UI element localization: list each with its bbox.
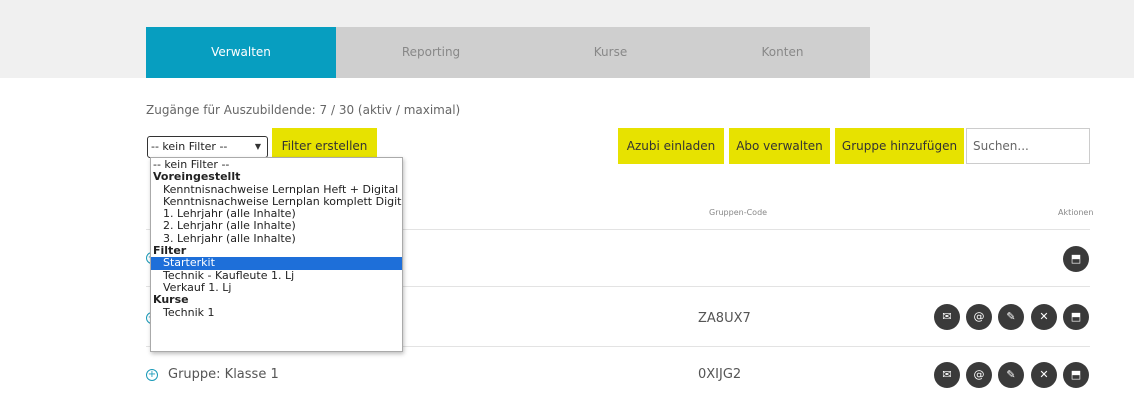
edit-icon[interactable]: ✎	[998, 362, 1024, 388]
delete-icon[interactable]: ✕	[1031, 304, 1057, 330]
filter-option-highlighted[interactable]: Starterkit	[151, 257, 402, 270]
filter-optgroup: Voreingestellt	[153, 171, 241, 184]
tab-kurse[interactable]: Kurse	[526, 27, 695, 78]
filter-optgroup: Filter	[153, 245, 187, 258]
mail-icon[interactable]: ✉	[934, 304, 960, 330]
edit-icon[interactable]: ✎	[998, 304, 1024, 330]
export-icon[interactable]: ⬒	[1063, 304, 1089, 330]
tab-konten[interactable]: Konten	[695, 27, 870, 78]
column-header-actions: Aktionen	[1058, 208, 1094, 217]
filter-select-value: -- kein Filter --	[151, 140, 228, 153]
license-info: Zugänge für Auszubildende: 7 / 30 (aktiv…	[146, 103, 461, 117]
group-code: ZA8UX7	[698, 311, 751, 326]
filter-optgroup: Kurse	[153, 294, 189, 307]
filter-option[interactable]: 3. Lehrjahr (alle Inhalte)	[151, 233, 402, 245]
tab-reporting[interactable]: Reporting	[336, 27, 526, 78]
filter-dropdown-list: -- kein Filter -- Voreingestellt Kenntni…	[150, 157, 403, 352]
export-icon[interactable]: ⬒	[1063, 246, 1089, 272]
filter-select[interactable]: -- kein Filter -- ▼	[147, 136, 268, 158]
add-group-button[interactable]: Gruppe hinzufügen	[835, 128, 964, 164]
attachment-icon[interactable]: @	[966, 362, 992, 388]
search-input[interactable]: Suchen...	[966, 128, 1090, 164]
filter-option[interactable]: Kenntnisnachweise Lernplan komplett Digi…	[151, 196, 402, 208]
chevron-down-icon: ▼	[254, 142, 261, 151]
filter-option[interactable]: Technik - Kaufleute 1. Lj	[151, 270, 402, 282]
filter-option[interactable]: Kenntnisnachweise Lernplan Heft + Digita…	[151, 184, 402, 196]
filter-option[interactable]: Verkauf 1. Lj	[151, 282, 402, 294]
attachment-icon[interactable]: @	[966, 304, 992, 330]
filter-option[interactable]: 1. Lehrjahr (alle Inhalte)	[151, 208, 402, 220]
invite-trainee-button[interactable]: Azubi einladen	[618, 128, 724, 164]
filter-option[interactable]: -- kein Filter --	[151, 159, 402, 171]
tab-verwalten[interactable]: Verwalten	[146, 27, 336, 78]
filter-option[interactable]: 2. Lehrjahr (alle Inhalte)	[151, 220, 402, 232]
column-header-code: Gruppen-Code	[709, 208, 768, 217]
expand-icon[interactable]: +	[146, 369, 158, 381]
group-name: Gruppe: Klasse 1	[168, 367, 279, 382]
manage-subscription-button[interactable]: Abo verwalten	[729, 128, 830, 164]
export-icon[interactable]: ⬒	[1063, 362, 1089, 388]
group-code: 0XIJG2	[698, 367, 742, 382]
filter-option[interactable]: Technik 1	[151, 307, 402, 319]
mail-icon[interactable]: ✉	[934, 362, 960, 388]
delete-icon[interactable]: ✕	[1031, 362, 1057, 388]
